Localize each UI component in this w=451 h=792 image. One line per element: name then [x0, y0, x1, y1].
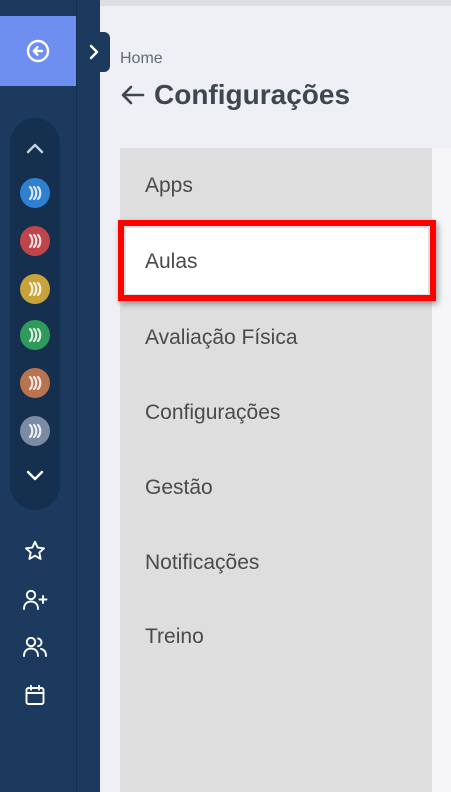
menu-item-apps[interactable]: Apps — [145, 171, 193, 201]
app-logo-icon — [28, 327, 42, 343]
users-button[interactable] — [22, 634, 48, 660]
breadcrumb[interactable]: Home — [120, 50, 163, 68]
app-shortcut-2[interactable] — [20, 226, 50, 256]
app-shortcut-3[interactable] — [20, 274, 50, 304]
scroll-up-button[interactable] — [25, 138, 45, 158]
app-logo-icon — [28, 281, 42, 297]
add-user-button[interactable] — [22, 587, 48, 613]
page-title: Configurações — [154, 79, 351, 110]
app-logo-icon — [28, 375, 42, 391]
back-circle-icon — [26, 39, 50, 63]
app-shortcut-5[interactable] — [20, 368, 50, 398]
calendar-icon — [25, 684, 45, 705]
back-arrow-button[interactable] — [120, 84, 146, 106]
menu-item-notificacoes[interactable]: Notificações — [145, 548, 259, 578]
highlight-box — [118, 220, 436, 301]
app-logo-icon — [28, 423, 42, 439]
favorites-button[interactable] — [22, 538, 48, 564]
menu-item-configuracoes[interactable]: Configurações — [145, 398, 280, 428]
app-logo-icon — [28, 233, 42, 249]
add-user-icon — [23, 589, 48, 610]
scroll-down-button[interactable] — [25, 466, 45, 486]
expand-sidebar-button[interactable] — [77, 32, 110, 72]
star-icon — [25, 540, 45, 560]
back-circle-button[interactable] — [0, 16, 76, 86]
menu-item-treino[interactable]: Treino — [145, 622, 204, 652]
app-logo-icon — [28, 185, 42, 201]
menu-item-avaliacao-fisica[interactable]: Avaliação Física — [145, 323, 298, 353]
arrow-left-icon — [121, 85, 145, 105]
top-divider — [100, 0, 451, 6]
chevron-right-icon — [89, 44, 98, 60]
chevron-up-icon — [26, 143, 44, 154]
title-row: Configurações — [120, 79, 350, 111]
app-shortcut-4[interactable] — [20, 320, 50, 350]
apps-switcher — [10, 118, 60, 510]
menu-item-gestao[interactable]: Gestão — [145, 473, 213, 503]
chevron-down-icon — [26, 470, 44, 481]
rail-divider — [76, 0, 77, 792]
app-shortcut-6[interactable] — [20, 416, 50, 446]
users-icon — [23, 636, 47, 657]
calendar-button[interactable] — [22, 682, 48, 708]
app-shortcut-1[interactable] — [20, 178, 50, 208]
